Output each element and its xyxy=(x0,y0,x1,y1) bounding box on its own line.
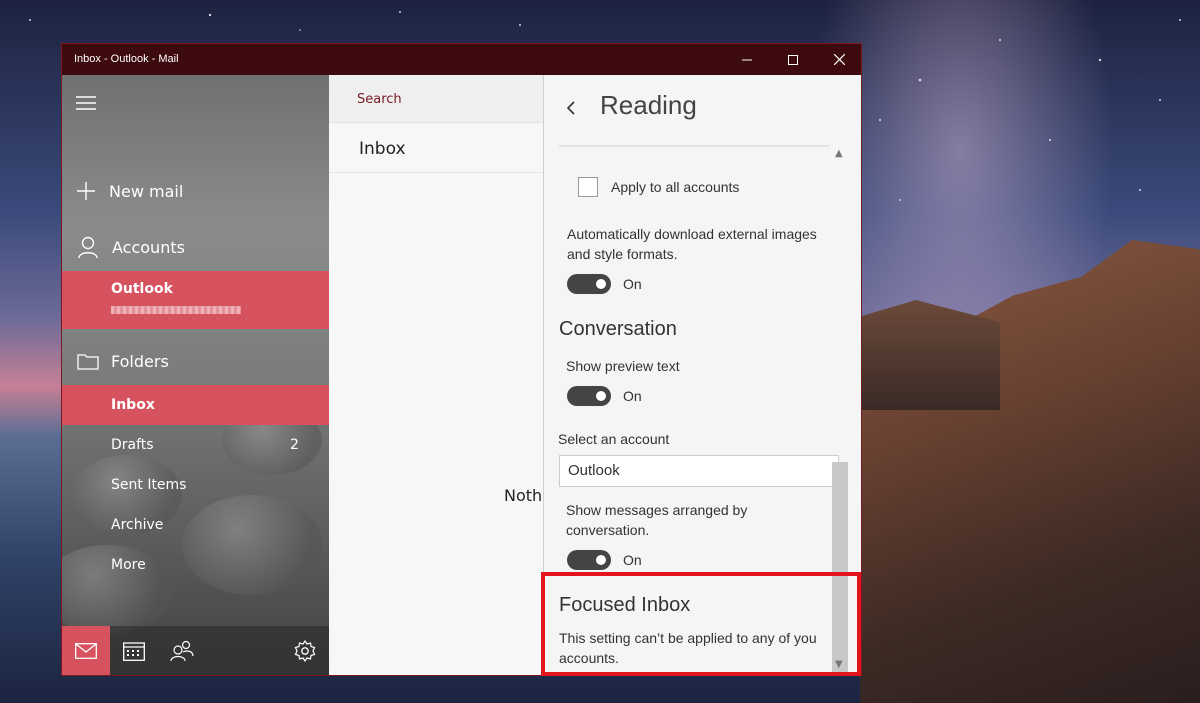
select-account-label: Select an account xyxy=(558,431,670,447)
title-bar: Inbox - Outlook - Mail xyxy=(62,44,861,75)
mail-nav-button[interactable] xyxy=(62,626,110,675)
folder-item-more[interactable]: More xyxy=(62,545,329,585)
scroll-up-icon[interactable]: ▲ xyxy=(835,148,843,159)
redacted-email xyxy=(111,306,241,314)
plus-icon xyxy=(77,182,95,200)
inbox-heading: Inbox xyxy=(359,139,406,159)
folder-item-archive[interactable]: Archive xyxy=(62,505,329,545)
auto-download-toggle[interactable] xyxy=(567,274,611,294)
minimize-icon xyxy=(742,59,752,60)
calendar-icon xyxy=(123,642,145,661)
bottom-nav xyxy=(62,626,329,675)
drafts-count: 2 xyxy=(290,437,299,453)
folder-label: Sent Items xyxy=(111,477,187,493)
hamburger-icon xyxy=(76,96,96,110)
search-box[interactable]: Search xyxy=(329,75,543,123)
arranged-label: Show messages arranged by conversation. xyxy=(566,502,748,538)
folder-item-sent[interactable]: Sent Items xyxy=(62,465,329,505)
accounts-label: Accounts xyxy=(112,237,185,257)
account-name: Outlook xyxy=(111,281,173,297)
apply-all-checkbox[interactable] xyxy=(578,177,598,197)
folder-item-inbox[interactable]: Inbox xyxy=(62,385,329,425)
arranged-state: On xyxy=(623,552,642,568)
empty-message: Noth xyxy=(504,486,543,505)
arranged-toggle[interactable] xyxy=(567,550,611,570)
folder-icon xyxy=(77,354,99,370)
folder-item-drafts[interactable]: Drafts 2 xyxy=(62,425,329,465)
divider xyxy=(329,172,543,173)
highlight-box xyxy=(541,572,861,676)
people-icon xyxy=(170,640,194,662)
account-select[interactable]: Outlook xyxy=(559,455,839,487)
folder-label: More xyxy=(111,557,146,573)
panel-title: Reading xyxy=(600,90,697,120)
new-mail-label: New mail xyxy=(109,181,184,201)
mail-icon xyxy=(75,643,97,659)
preview-text-label: Show preview text xyxy=(566,358,680,374)
accounts-button[interactable]: Accounts xyxy=(62,227,329,267)
folders-button[interactable]: Folders xyxy=(62,341,329,381)
new-mail-button[interactable]: New mail xyxy=(62,171,329,211)
calendar-nav-button[interactable] xyxy=(110,626,158,675)
hamburger-button[interactable] xyxy=(62,85,329,121)
message-list: Search Inbox Noth xyxy=(329,75,543,675)
gear-icon xyxy=(294,640,316,662)
sidebar: New mail Accounts Outlook Folders Inbox … xyxy=(62,75,329,675)
folder-label: Inbox xyxy=(111,397,155,413)
auto-download-state: On xyxy=(623,276,642,292)
maximize-button[interactable] xyxy=(770,44,816,75)
close-button[interactable] xyxy=(816,44,861,75)
back-button[interactable] xyxy=(566,97,576,121)
settings-nav-button[interactable] xyxy=(281,626,329,675)
account-item-outlook[interactable]: Outlook xyxy=(62,271,329,329)
preview-text-state: On xyxy=(623,388,642,404)
auto-download-label: Automatically download external images a… xyxy=(567,226,817,262)
people-nav-button[interactable] xyxy=(158,626,206,675)
close-icon xyxy=(833,54,845,65)
apply-all-label: Apply to all accounts xyxy=(611,179,740,195)
search-label: Search xyxy=(357,92,402,107)
rock-outcrop xyxy=(860,300,1000,410)
folder-label: Drafts xyxy=(111,437,154,453)
window-title: Inbox - Outlook - Mail xyxy=(74,53,179,65)
preview-text-toggle[interactable] xyxy=(567,386,611,406)
minimize-button[interactable] xyxy=(724,44,770,75)
folder-label: Archive xyxy=(111,517,164,533)
back-chevron-icon xyxy=(566,101,575,115)
maximize-icon xyxy=(788,54,798,65)
divider xyxy=(559,145,829,147)
folders-label: Folders xyxy=(111,351,169,371)
conversation-heading: Conversation xyxy=(559,318,677,340)
person-icon xyxy=(78,236,98,258)
